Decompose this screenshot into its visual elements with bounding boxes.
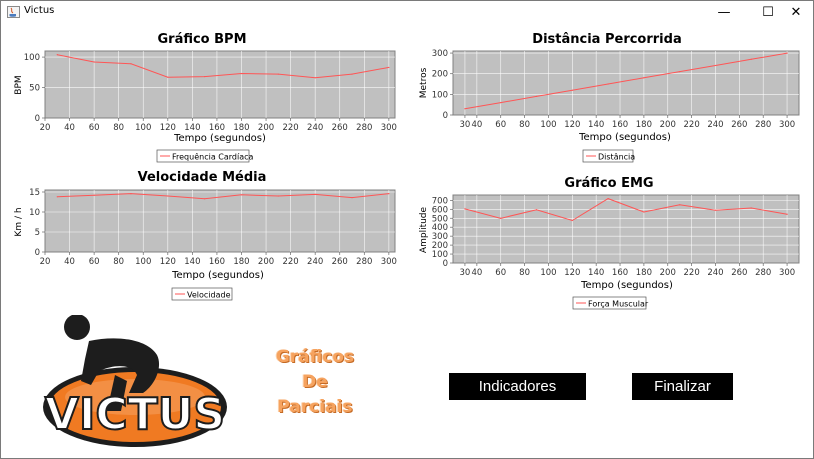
emg-data-point	[500, 217, 502, 219]
emg-x-tick-label: 100	[540, 268, 556, 278]
victus-logo: VICTUS	[43, 315, 227, 447]
emg-data-point	[464, 208, 466, 210]
emg-y-tick-label: 400	[432, 223, 448, 233]
emg-x-tick-label: 160	[612, 268, 628, 278]
emg-x-tick-label: 280	[755, 268, 771, 278]
emg-y-tick-label: 500	[432, 214, 448, 224]
emg-data-point	[643, 211, 645, 213]
parciais-line-3: Parciais	[277, 397, 353, 417]
victus-logo-text: VICTUS	[45, 389, 225, 440]
emg-y-axis-label: Amplitude	[419, 206, 429, 253]
emg-x-tick-label: 300	[779, 268, 795, 278]
emg-y-tick-label: 300	[432, 232, 448, 242]
emg-x-tick-label: 200	[660, 268, 676, 278]
parciais-line-1: Gráficos	[275, 347, 355, 367]
emg-chart-title: Gráfico EMG	[564, 176, 653, 191]
emg-data-point	[571, 219, 573, 222]
application-window: Victus — ☐ ✕ Gráfico BPM 20 40 60 80 100 120 1…	[0, 0, 814, 459]
emg-y-tick-label: 100	[432, 250, 448, 260]
emg-data-point	[714, 209, 717, 211]
finalizar-button[interactable]: Finalizar	[632, 373, 733, 400]
emg-x-tick-label: 180	[636, 268, 652, 278]
emg-x-tick-label: 140	[588, 268, 604, 278]
emg-y-tick-label: 0	[443, 259, 448, 269]
emg-x-tick-label: 220	[684, 268, 700, 278]
graficos-de-parciais-label: Gráficos De Parciais	[263, 345, 367, 420]
emg-data-point	[750, 207, 752, 209]
indicadores-button[interactable]: Indicadores	[449, 373, 586, 400]
emg-x-tick-label: 30	[460, 268, 471, 278]
emg-x-tick-label: 120	[564, 268, 580, 278]
emg-data-point	[535, 209, 538, 211]
emg-x-tick-label: 80	[519, 268, 530, 278]
emg-x-tick-label: 240	[707, 268, 723, 278]
emg-x-axis-label: Tempo (segundos)	[580, 280, 673, 291]
emg-y-tick-label: 600	[432, 205, 448, 215]
emg-data-point	[679, 204, 681, 206]
parciais-line-2: De	[302, 372, 328, 392]
emg-data-point	[607, 197, 609, 200]
emg-y-tick-label: 200	[432, 241, 448, 251]
emg-legend-label: Força Muscular	[588, 300, 649, 309]
emg-x-tick-label: 260	[731, 268, 747, 278]
emg-x-tick-label: 40	[471, 268, 482, 278]
emg-x-tick-label: 60	[495, 268, 506, 278]
emg-y-tick-label: 700	[432, 196, 448, 206]
emg-data-point	[786, 213, 788, 215]
